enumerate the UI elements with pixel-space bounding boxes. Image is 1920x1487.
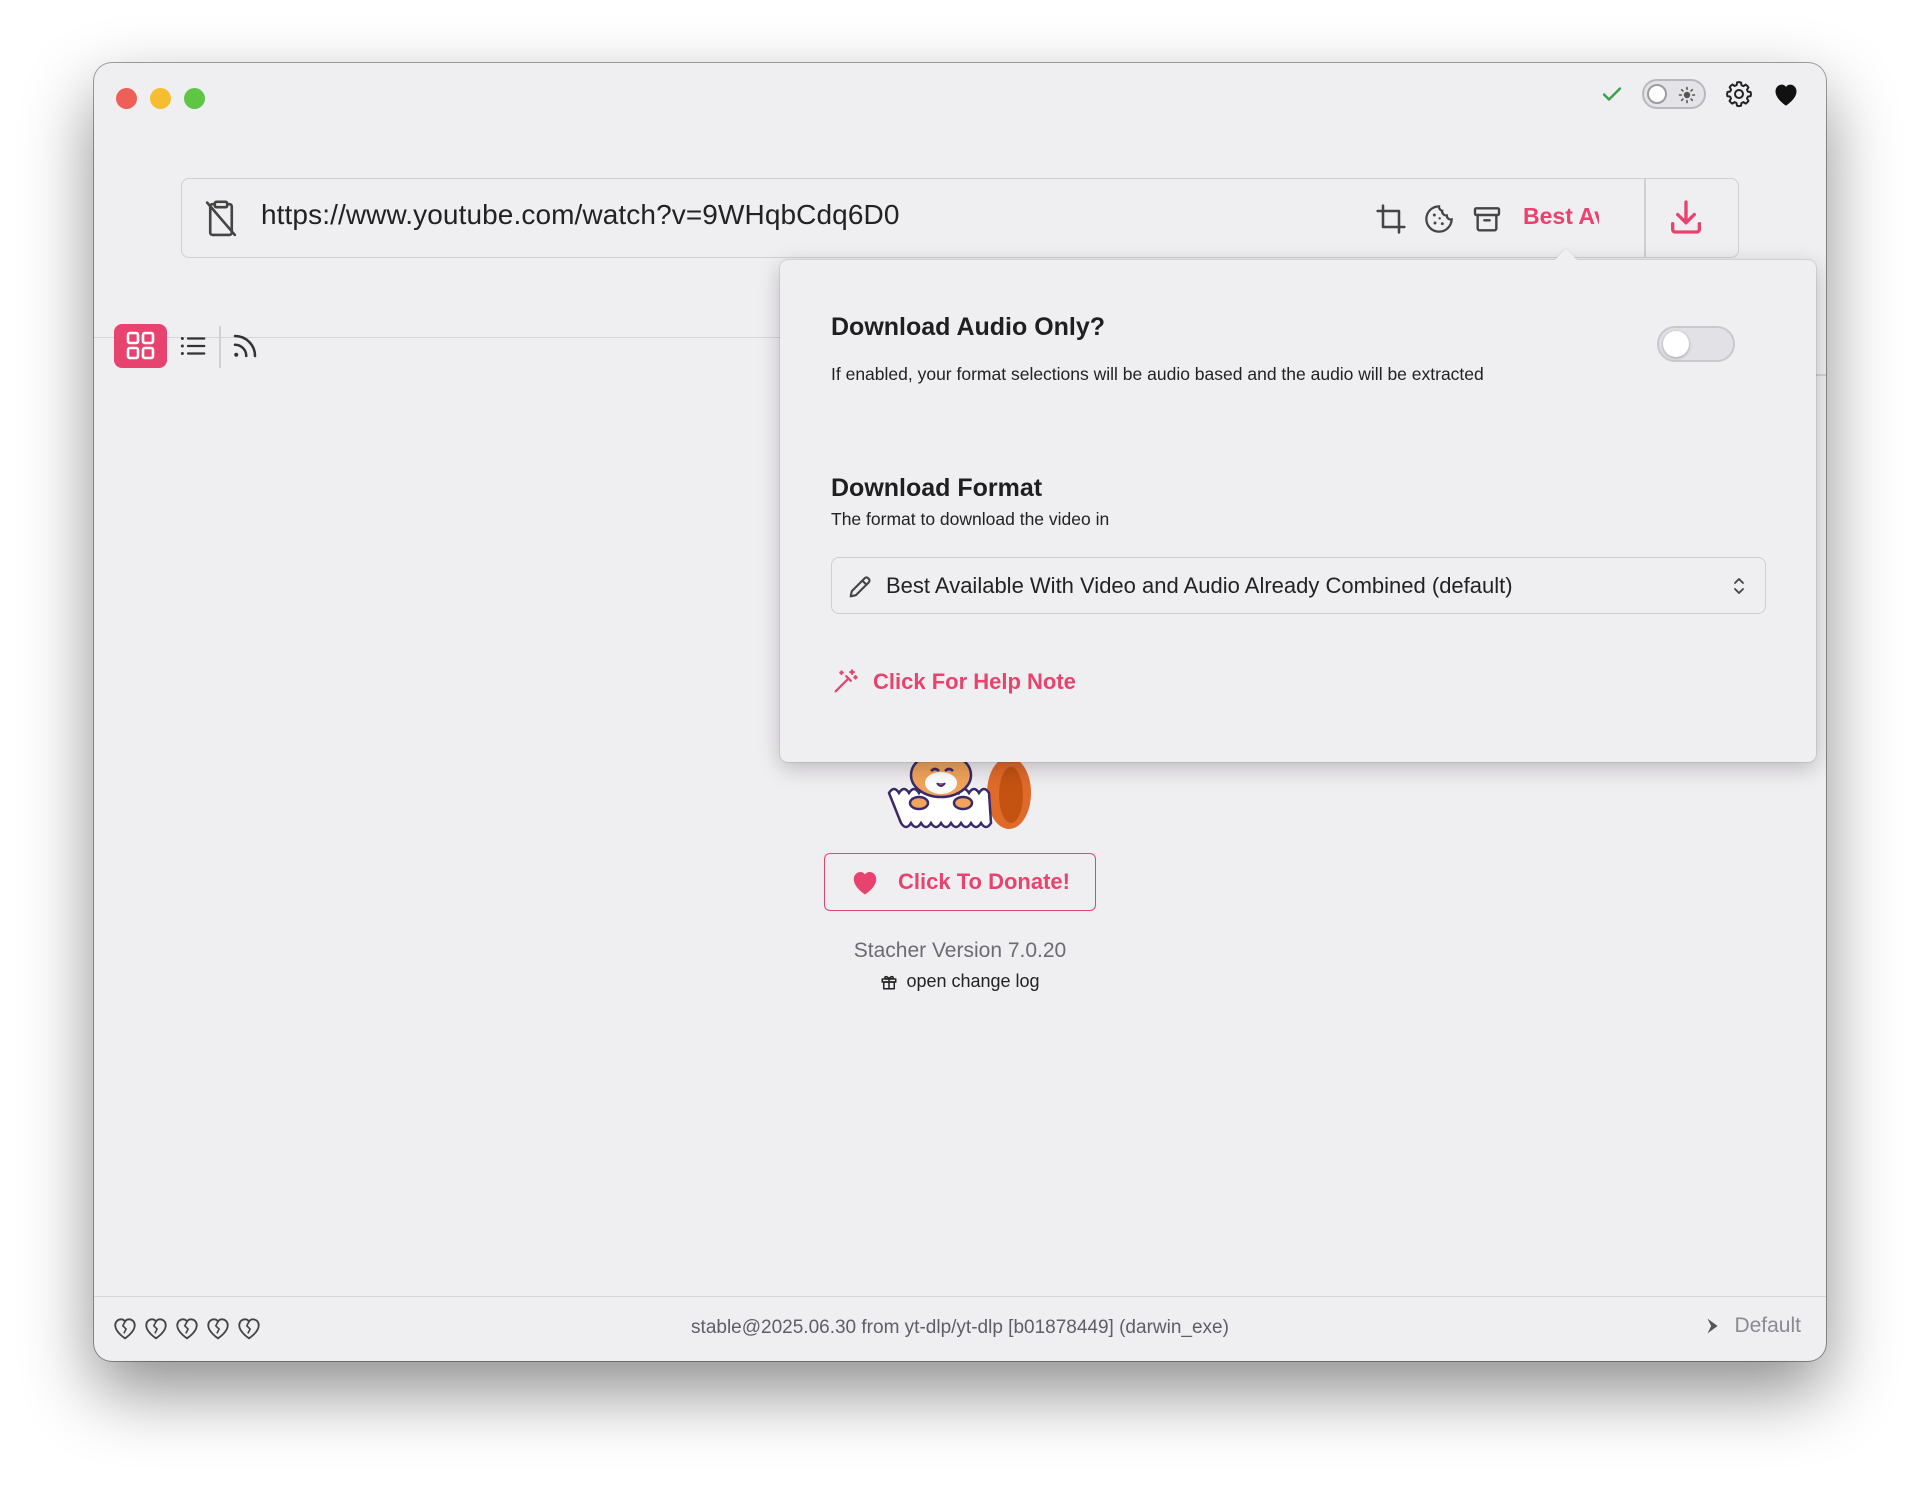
chevron-right-icon	[1707, 1318, 1719, 1334]
heart-icon	[853, 872, 877, 895]
close-window-button[interactable]	[116, 88, 137, 109]
format-options-popover: Download Audio Only? If enabled, your fo…	[780, 248, 1816, 762]
gift-icon	[881, 975, 897, 989]
magic-wand-icon	[834, 669, 858, 693]
list-view-icon[interactable]	[178, 331, 208, 361]
audio-only-toggle[interactable]	[1657, 326, 1735, 362]
audio-only-title: Download Audio Only?	[831, 313, 1106, 341]
changelog-link[interactable]: open change log	[94, 971, 1826, 992]
donate-label: Click To Donate!	[898, 869, 1070, 894]
archive-icon[interactable]	[1471, 203, 1503, 235]
status-bar: stable@2025.06.30 from yt-dlp/yt-dlp [b0…	[94, 1296, 1826, 1361]
ytdlp-version-status: stable@2025.06.30 from yt-dlp/yt-dlp [b0…	[691, 1317, 1229, 1338]
view-toolbar	[94, 262, 782, 338]
help-note-link[interactable]: Click For Help Note	[831, 668, 1076, 696]
app-window: https://www.youtube.com/watch?v=9WHqbCdq…	[94, 63, 1826, 1361]
grid-view-icon	[126, 331, 155, 360]
help-note-label: Click For Help Note	[873, 669, 1076, 694]
theme-toggle-sun-icon	[1678, 86, 1696, 104]
title-bar-actions	[1600, 79, 1800, 109]
view-toolbar-divider	[219, 326, 221, 368]
url-bar: https://www.youtube.com/watch?v=9WHqbCdq…	[181, 178, 1739, 258]
mascot-illustration	[887, 753, 1031, 829]
audio-only-description: If enabled, your format selections will …	[831, 364, 1484, 384]
cookie-icon[interactable]	[1423, 203, 1455, 235]
download-icon[interactable]	[1666, 197, 1706, 237]
donate-button[interactable]: Click To Donate!	[824, 853, 1096, 911]
theme-toggle[interactable]	[1642, 79, 1706, 109]
check-icon	[1602, 87, 1622, 101]
version-text: Stacher Version 7.0.20	[853, 939, 1067, 962]
profile-label: Default	[1734, 1314, 1801, 1337]
url-bar-divider	[1644, 179, 1646, 257]
pencil-icon	[849, 576, 871, 598]
chevron-updown-icon	[1734, 578, 1744, 594]
gear-icon[interactable]	[1724, 79, 1754, 109]
format-selector-button[interactable]: Best Available	[1523, 203, 1599, 230]
clipboard-off-icon[interactable]	[202, 198, 240, 238]
download-format-title: Download Format	[831, 474, 1043, 502]
theme-toggle-knob	[1647, 84, 1667, 104]
grid-view-button[interactable]	[114, 324, 167, 368]
changelog-label: open change log	[906, 971, 1040, 991]
heart-icon[interactable]	[1772, 81, 1800, 107]
download-format-description: The format to download the video in	[831, 509, 1110, 529]
minimize-window-button[interactable]	[150, 88, 171, 109]
crop-icon[interactable]	[1375, 203, 1407, 235]
download-format-select[interactable]: Best Available With Video and Audio Alre…	[831, 557, 1766, 614]
zoom-window-button[interactable]	[184, 88, 205, 109]
download-format-value: Best Available With Video and Audio Alre…	[886, 573, 1513, 598]
url-input[interactable]: https://www.youtube.com/watch?v=9WHqbCdq…	[261, 199, 900, 231]
audio-only-toggle-knob	[1663, 331, 1689, 357]
rss-icon[interactable]	[230, 331, 260, 361]
profile-selector[interactable]: Default	[1702, 1314, 1801, 1338]
